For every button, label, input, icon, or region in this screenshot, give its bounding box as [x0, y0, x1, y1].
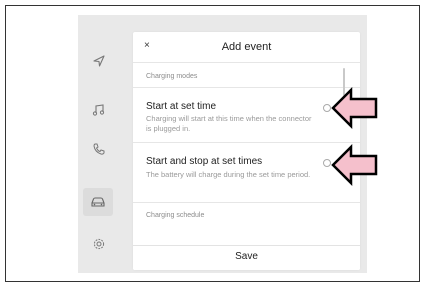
radio-start-and-stop[interactable] — [323, 159, 331, 167]
option-title: Start at set time — [146, 101, 217, 112]
arrow-left-icon — [331, 143, 378, 187]
navigation-icon[interactable] — [87, 51, 111, 71]
section-label-charging-modes: Charging modes — [146, 73, 198, 80]
settings-icon[interactable] — [87, 234, 111, 254]
phone-icon[interactable] — [87, 139, 111, 159]
dialog-header: × Add event — [133, 32, 360, 60]
option-description: Charging will start at this time when th… — [146, 114, 312, 133]
option-title: Start and stop at set times — [146, 156, 263, 167]
section-divider — [133, 87, 360, 88]
music-icon[interactable] — [87, 100, 111, 120]
radio-start-at-set-time[interactable] — [323, 104, 331, 112]
header-divider — [133, 62, 360, 63]
option-description: The battery will charge during the set t… — [146, 170, 311, 179]
option-divider — [133, 142, 360, 143]
arrow-left-icon — [331, 86, 378, 130]
section-label-charging-schedule: Charging schedule — [146, 212, 205, 219]
car-icon[interactable] — [83, 188, 113, 216]
option-divider — [133, 202, 360, 203]
dialog-title: Add event — [221, 41, 272, 53]
infotainment-screen: × Add event Charging modes Start at set … — [78, 15, 367, 273]
add-event-dialog: × Add event Charging modes Start at set … — [133, 32, 360, 270]
save-button[interactable]: Save — [133, 245, 360, 270]
side-rail — [78, 15, 130, 273]
